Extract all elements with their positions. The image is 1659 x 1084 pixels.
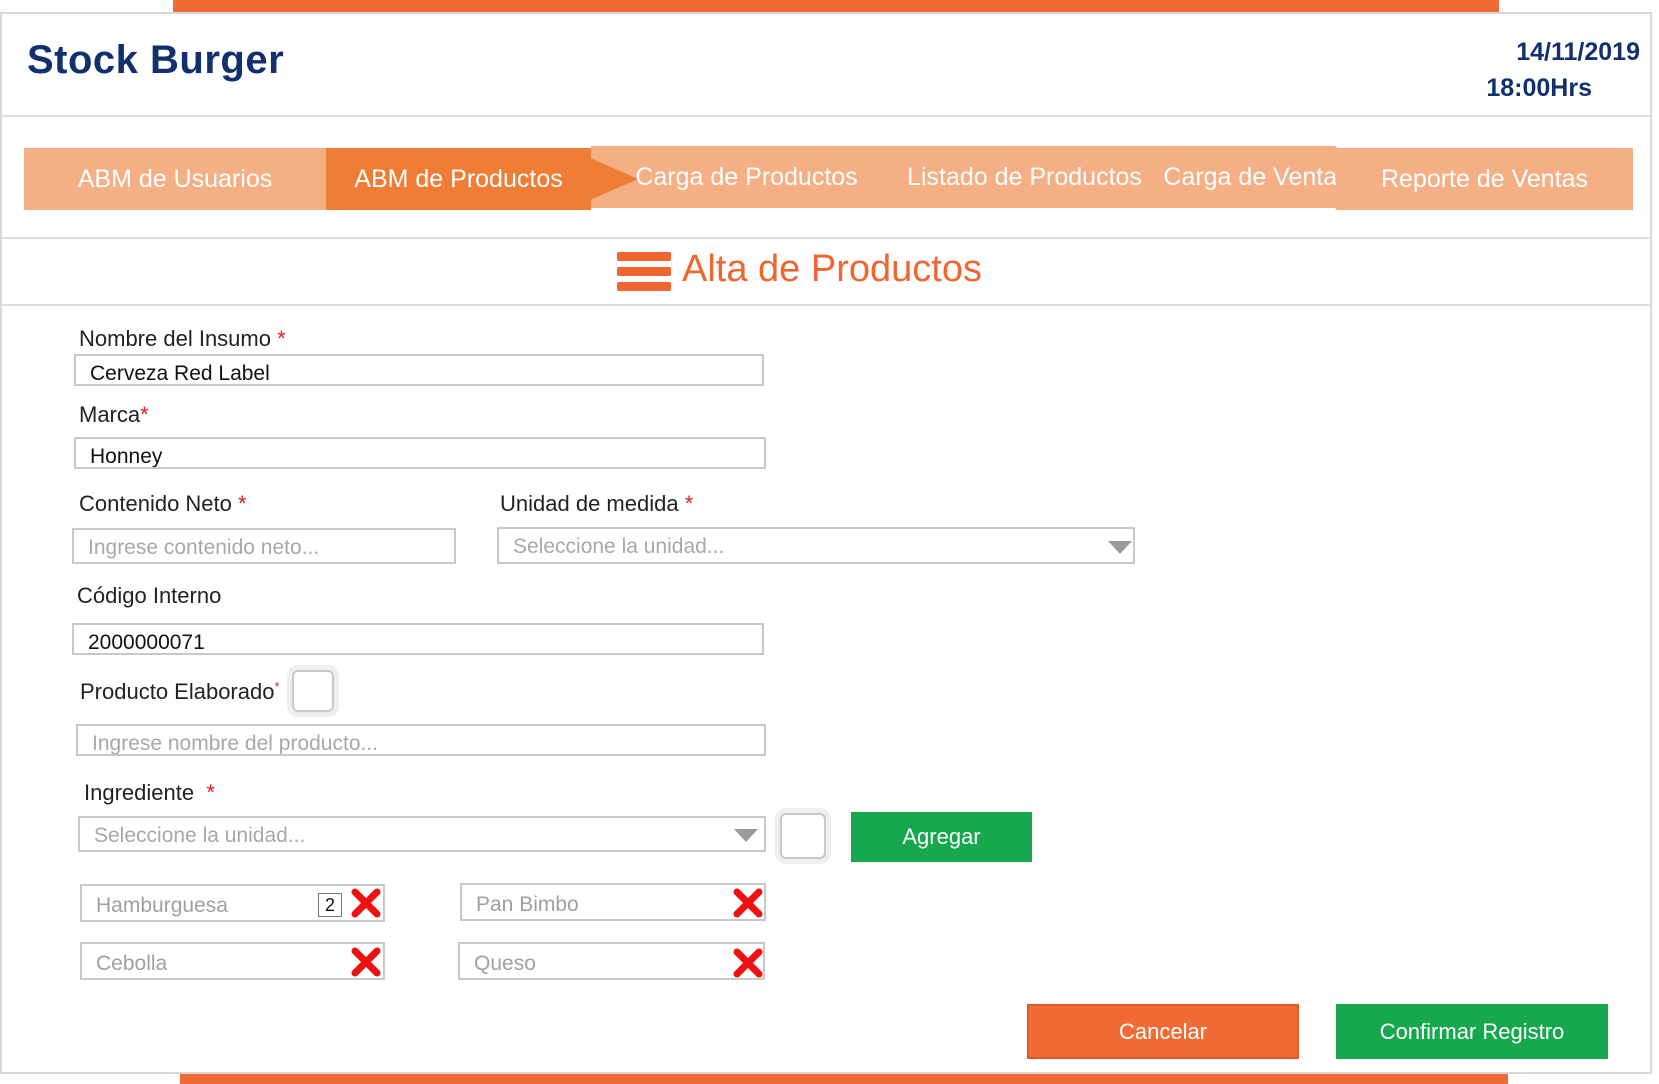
elaborado-checkbox[interactable] [292, 670, 334, 712]
chevron-down-icon[interactable] [734, 829, 758, 842]
remove-x-icon[interactable] [733, 888, 763, 918]
elaborado-label: Producto Elaborado* [80, 679, 280, 704]
unidad-select[interactable]: Seleccione la unidad... [497, 527, 1135, 564]
required-mark: * [238, 491, 247, 516]
ingredient-qty[interactable]: 2 [318, 893, 342, 917]
section-title: Alta de Productos [682, 248, 982, 290]
active-tab-arrow [590, 158, 638, 200]
bottom-accent-bar [180, 1074, 1508, 1084]
remove-x-icon[interactable] [351, 947, 381, 977]
nav-divider [2, 237, 1650, 239]
header-divider [2, 115, 1650, 117]
required-mark: * [206, 780, 215, 805]
codigo-label: Código Interno [77, 583, 222, 608]
ingredient-chip: Cebolla [80, 942, 385, 980]
elaborado-nombre-input[interactable]: Ingrese nombre del producto... [76, 724, 766, 756]
top-accent-bar [173, 0, 1499, 12]
codigo-input[interactable]: 2000000071 [72, 623, 764, 655]
chevron-down-icon[interactable] [1108, 541, 1132, 554]
tab-abm-productos[interactable]: ABM de Productos [326, 148, 591, 210]
nombre-input[interactable]: Cerveza Red Label [74, 354, 764, 386]
agregar-button[interactable]: Agregar [851, 812, 1032, 862]
confirm-button[interactable]: Confirmar Registro [1336, 1004, 1608, 1059]
unidad-label: Unidad de medida * [500, 491, 694, 516]
tab-carga-ventas[interactable]: Carga de Ventas [1163, 146, 1350, 208]
remove-x-icon[interactable] [351, 888, 381, 918]
required-mark: * [140, 402, 149, 427]
required-mark: * [274, 679, 280, 694]
section-divider [2, 304, 1650, 306]
tab-abm-usuarios[interactable]: ABM de Usuarios [24, 148, 326, 210]
ingrediente-label: Ingrediente * [84, 780, 215, 805]
header-date: 14/11/2019 [1516, 38, 1640, 66]
header-time: 18:00Hrs [1486, 74, 1592, 102]
ingredient-chip: Pan Bimbo [460, 883, 766, 921]
menu-icon[interactable] [617, 252, 671, 294]
required-mark: * [684, 491, 694, 516]
ingredient-chip: Queso [458, 942, 765, 980]
required-mark: * [277, 326, 286, 351]
tab-listado-productos[interactable]: Listado de Productos [872, 146, 1177, 208]
ingrediente-select[interactable]: Seleccione la unidad... [78, 816, 766, 852]
app-title: Stock Burger [27, 38, 285, 82]
remove-x-icon[interactable] [733, 948, 763, 978]
marca-input[interactable]: Honney [74, 437, 766, 469]
ingrediente-qty-box[interactable] [780, 813, 826, 859]
contenido-input[interactable]: Ingrese contenido neto... [72, 528, 456, 564]
contenido-label: Contenido Neto * [79, 491, 247, 516]
tab-reporte-ventas[interactable]: Reporte de Ventas [1336, 148, 1633, 210]
cancel-button[interactable]: Cancelar [1027, 1004, 1299, 1059]
marca-label: Marca* [79, 402, 149, 427]
nombre-label: Nombre del Insumo * [79, 326, 286, 351]
